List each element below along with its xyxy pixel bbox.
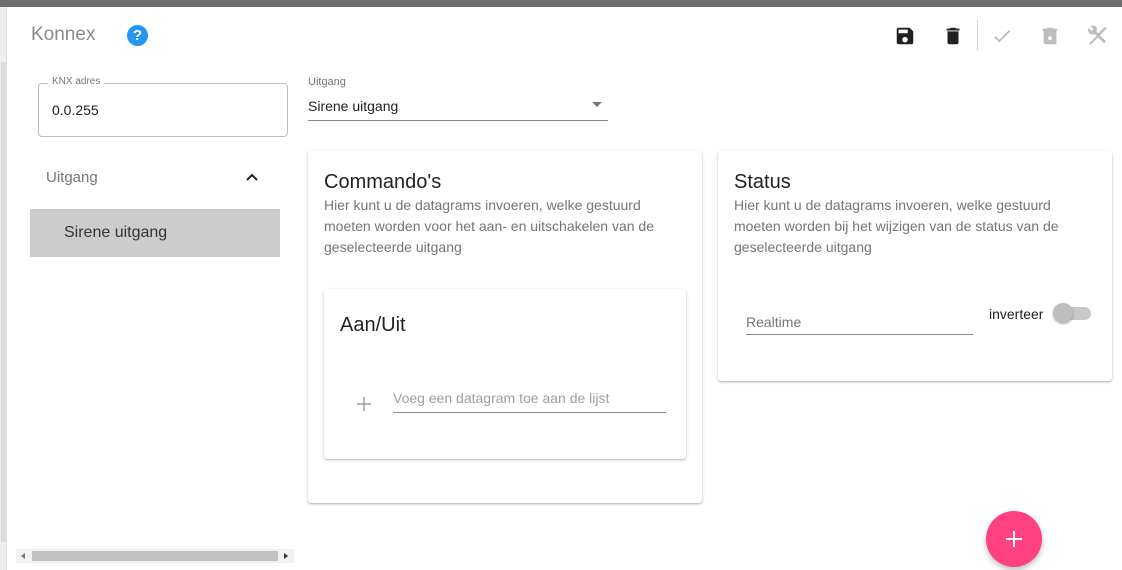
confirm-button[interactable] (990, 24, 1014, 48)
tree-header-uitgang[interactable]: Uitgang (46, 169, 98, 186)
scroll-right-arrow-icon[interactable] (284, 553, 288, 559)
add-datagram-underline (393, 412, 666, 413)
invert-label: inverteer (989, 306, 1044, 322)
help-icon[interactable]: ? (127, 25, 148, 46)
output-select-underline (308, 120, 608, 121)
save-button[interactable] (893, 24, 917, 48)
add-datagram-input[interactable]: Voeg een datagram toe aan de lijst (393, 390, 609, 406)
status-card-description: Hier kunt u de datagrams invoeren, welke… (734, 197, 1059, 255)
trash-icon (946, 27, 960, 45)
window-top-bar (0, 0, 1122, 7)
knx-address-label: KNX adres (48, 76, 105, 87)
floppy-disk-icon (896, 27, 914, 45)
invert-toggle-knob[interactable] (1053, 303, 1073, 323)
delete-button[interactable] (941, 24, 965, 48)
realtime-input[interactable]: Realtime (746, 314, 801, 330)
commands-card-description: Hier kunt u de datagrams invoeren, welke… (324, 197, 654, 255)
plus-icon (1006, 531, 1022, 547)
tools-button[interactable] (1086, 24, 1110, 48)
tree-item-sirene-uitgang[interactable]: Sirene uitgang (30, 209, 280, 257)
realtime-underline (746, 334, 973, 335)
aan-uit-card-title: Aan/Uit (340, 314, 406, 336)
plus-icon[interactable] (356, 396, 372, 412)
scroll-left-arrow-icon[interactable] (21, 553, 25, 559)
horizontal-scrollbar[interactable] (16, 549, 294, 563)
chevron-up-icon[interactable] (244, 169, 260, 185)
status-card-title: Status (734, 171, 791, 193)
discard-button[interactable] (1038, 24, 1062, 48)
output-select-label: Uitgang (308, 76, 346, 88)
output-select[interactable]: Sirene uitgang (308, 98, 398, 114)
trash-x-icon (1042, 27, 1058, 45)
knx-address-value[interactable]: 0.0.255 (52, 102, 99, 118)
dropdown-arrow-icon[interactable] (592, 102, 602, 107)
horizontal-scrollbar-thumb[interactable] (32, 551, 278, 561)
commands-card-title: Commando's (324, 171, 442, 193)
vertical-scrollbar[interactable] (0, 7, 7, 570)
scrollbar-thumb[interactable] (1, 62, 6, 542)
tree-item-label: Sirene uitgang (64, 224, 168, 241)
add-fab-button[interactable] (986, 511, 1042, 567)
tools-off-icon (1088, 25, 1107, 45)
check-icon (994, 30, 1011, 43)
page-title: Konnex (31, 24, 96, 45)
toolbar-divider (977, 20, 978, 51)
